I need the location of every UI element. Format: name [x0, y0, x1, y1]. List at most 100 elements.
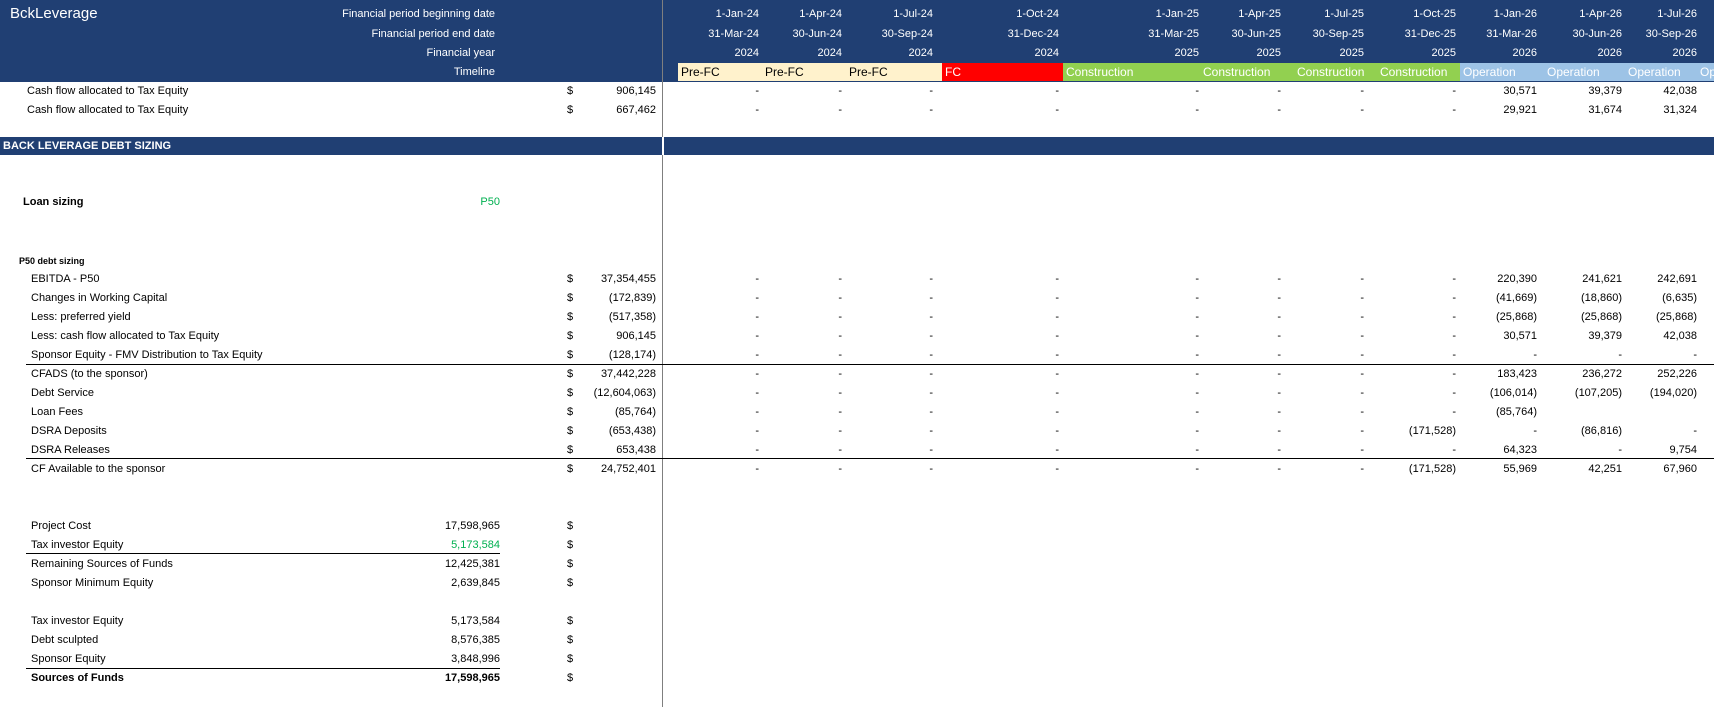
phase-cell: Pre-FC — [678, 63, 762, 81]
section-band — [0, 137, 1714, 155]
financial-year: 2026 — [1672, 47, 1697, 59]
phase-cell: Construction — [1063, 63, 1200, 81]
funding-label: Sponsor Equity — [31, 653, 106, 665]
period-end-date: 30-Sep-26 — [1645, 28, 1697, 40]
funding-separator — [26, 553, 500, 554]
funding-label: Sponsor Minimum Equity — [31, 577, 154, 589]
funding-unit: $ — [567, 615, 574, 627]
funding-unit: $ — [567, 672, 574, 684]
row-label: Cash flow allocated to Tax Equity — [27, 85, 189, 97]
row-period-value: (25,868) — [1656, 311, 1697, 323]
row-total: 37,354,455 — [600, 273, 656, 285]
phase-cell: Construction — [1200, 63, 1294, 81]
row-label: DSRA Deposits — [31, 425, 107, 437]
row-period-value: - — [929, 463, 933, 475]
row-period-value: - — [1055, 104, 1059, 116]
row-period-value: - — [1055, 292, 1059, 304]
row-label: Cash flow allocated to Tax Equity — [27, 104, 189, 116]
row-total: 37,442,228 — [600, 368, 656, 380]
phase-cell: Operation — [1544, 63, 1625, 81]
row-period-value: - — [1055, 444, 1059, 456]
header-label-timeline: Timeline — [453, 66, 495, 78]
period-begin-date: 1-Jul-26 — [1657, 8, 1697, 20]
sheet-title: BckLeverage — [10, 5, 98, 22]
row-period-value: - — [929, 406, 933, 418]
row-separator — [26, 458, 1714, 459]
row-label: Less: preferred yield — [31, 311, 131, 323]
phase-cell: Construction — [1294, 63, 1377, 81]
section-title: BACK LEVERAGE DEBT SIZING — [3, 140, 172, 152]
row-period-value: - — [1055, 463, 1059, 475]
row-period-value: - — [1693, 425, 1697, 437]
row-period-value: (6,635) — [1662, 292, 1697, 304]
funding-label: Sources of Funds — [31, 672, 124, 684]
funding-label: Remaining Sources of Funds — [31, 558, 173, 570]
row-label: Changes in Working Capital — [31, 292, 168, 304]
funding-value: 8,576,385 — [451, 634, 500, 646]
phase-cell: Operation — [1460, 63, 1544, 81]
row-label: Sponsor Equity - FMV Distribution to Tax… — [31, 349, 263, 361]
row-total: (517,358) — [608, 311, 656, 323]
row-period-value: - — [1055, 406, 1059, 418]
row-label: DSRA Releases — [31, 444, 110, 456]
funding-separator — [26, 668, 500, 669]
row-label: CF Available to the sponsor — [31, 463, 166, 475]
financial-year: 2024 — [1034, 47, 1059, 59]
row-period-value: - — [929, 292, 933, 304]
period-end-date: 31-Dec-24 — [1007, 28, 1059, 40]
funding-label: Debt sculpted — [31, 634, 99, 646]
funding-value: 3,848,996 — [451, 653, 500, 665]
row-label: Less: cash flow allocated to Tax Equity — [31, 330, 220, 342]
row-period-value: 42,038 — [1663, 85, 1697, 97]
funding-unit: $ — [567, 634, 574, 646]
row-separator — [26, 364, 1714, 365]
loan-sizing-scenario[interactable]: P50 — [440, 193, 500, 211]
period-begin-date: 1-Jul-24 — [893, 8, 933, 20]
row-total: (128,174) — [608, 349, 656, 361]
row-period-value: - — [929, 311, 933, 323]
row-period-value: - — [929, 368, 933, 380]
row-period-value: 31,324 — [1663, 104, 1697, 116]
row-label: EBITDA - P50 — [31, 273, 100, 285]
period-end-date: 30-Sep-24 — [881, 28, 933, 40]
row-period-value: - — [929, 349, 933, 361]
row-period-value: - — [929, 273, 933, 285]
row-period-value: - — [929, 387, 933, 399]
row-period-value: - — [1055, 311, 1059, 323]
row-total: (85,764) — [615, 406, 656, 418]
header-label-year: Financial year — [426, 47, 495, 59]
phase-cell: Construction — [1377, 63, 1460, 81]
row-period-value: - — [1055, 85, 1059, 97]
phase-cell: Pre-FC — [846, 63, 942, 81]
funding-label: Project Cost — [31, 520, 91, 532]
phase-cell: FC — [942, 63, 1063, 81]
section-gap — [662, 137, 664, 155]
row-period-value: - — [1693, 349, 1697, 361]
row-total: (12,604,063) — [593, 387, 656, 399]
loan-sizing-label: Loan sizing — [23, 196, 84, 208]
funding-label: Tax investor Equity — [31, 539, 124, 551]
row-period-value: 9,754 — [1669, 444, 1697, 456]
row-period-value: - — [929, 444, 933, 456]
row-period-value: - — [1055, 387, 1059, 399]
row-period-value: - — [1055, 349, 1059, 361]
row-label: CFADS (to the sponsor) — [31, 368, 148, 380]
phase-cell: Pre-FC — [762, 63, 846, 81]
funding-unit: $ — [567, 520, 574, 532]
row-period-value: (194,020) — [1649, 387, 1697, 399]
funding-value: 2,639,845 — [451, 577, 500, 589]
debt-sizing-title: P50 debt sizing — [19, 256, 85, 266]
row-period-value: (85,764) — [1496, 406, 1537, 418]
funding-value: 17,598,965 — [444, 520, 500, 532]
funding-value: 17,598,965 — [444, 672, 500, 684]
funding-unit: $ — [567, 577, 574, 589]
row-total: (172,839) — [608, 292, 656, 304]
row-period-value: 242,691 — [1657, 273, 1697, 285]
row-label: Debt Service — [31, 387, 94, 399]
phase-cell: Operation — [1625, 63, 1697, 81]
row-label: Loan Fees — [31, 406, 83, 418]
row-total: (653,438) — [608, 425, 656, 437]
funding-value: 12,425,381 — [444, 558, 500, 570]
funding-value: 5,173,584 — [451, 539, 500, 551]
row-total: 906,145 — [616, 330, 656, 342]
